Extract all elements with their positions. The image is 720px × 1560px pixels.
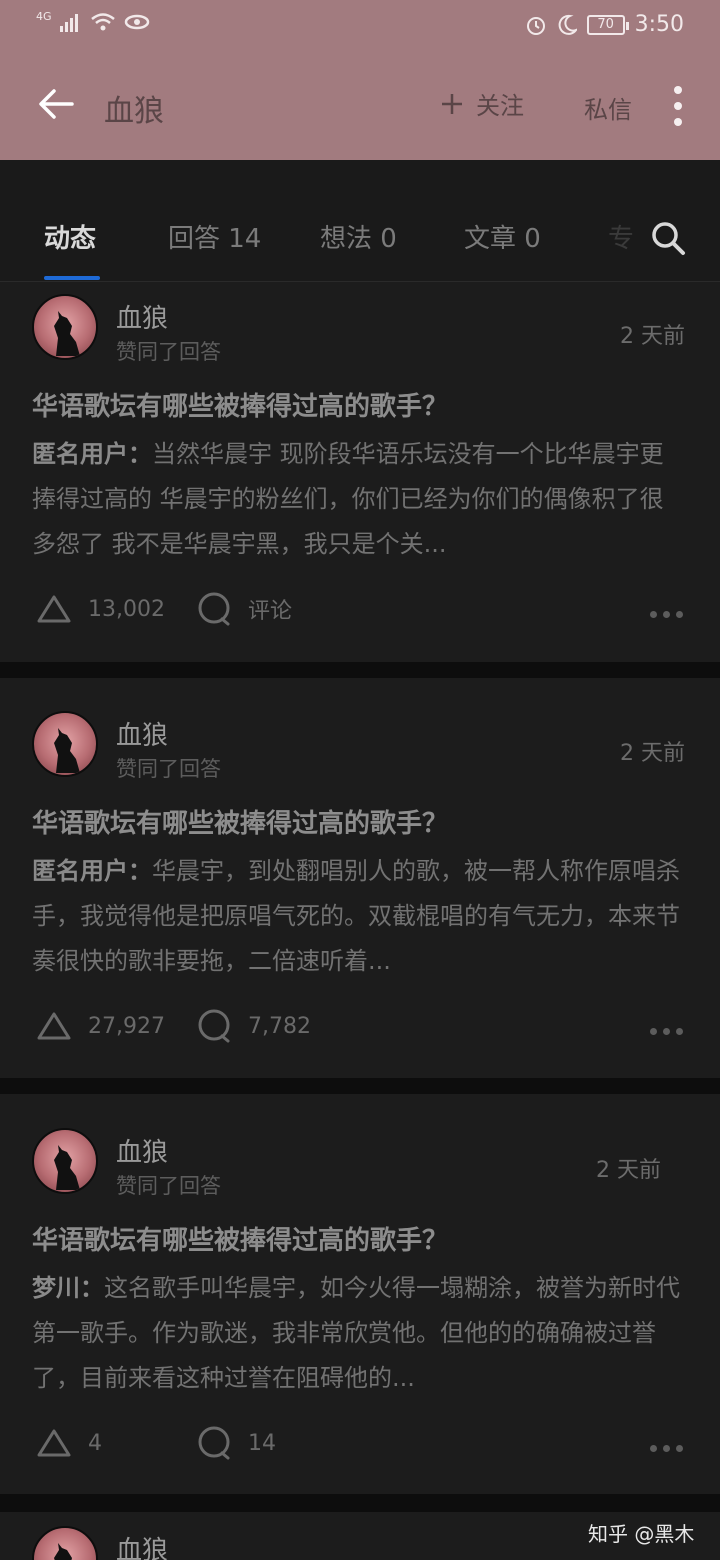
active-tab-indicator (44, 276, 100, 280)
moon-icon (558, 14, 577, 35)
watermark: 知乎 @黑木 (588, 1522, 695, 1546)
activity-action: 赞同了回答 (116, 757, 221, 781)
upvote-count: 13,002 (88, 596, 165, 622)
wifi-icon (90, 13, 115, 31)
more-dot (674, 102, 682, 110)
upvote-button[interactable]: 13,002 (36, 594, 196, 624)
wolf-avatar-icon (54, 1145, 80, 1190)
card-more-button[interactable] (650, 611, 683, 618)
comment-count: 评论 (248, 599, 293, 624)
card-stats: 13,002 评论 (36, 592, 292, 626)
more-dot (674, 86, 682, 94)
activity-time: 2 天前 (620, 324, 685, 349)
more-dot (650, 1028, 657, 1035)
author-name[interactable]: 血狼 (116, 1530, 168, 1560)
more-dot (674, 118, 682, 126)
activity-time: 2 天前 (596, 1158, 661, 1183)
answer-excerpt[interactable]: 匿名用户：当然华晨宇 现阶段华语乐坛没有一个比华晨宇更捧得过高的 华晨宇的粉丝们… (32, 432, 687, 567)
comment-icon (198, 1426, 230, 1460)
signal-icon (59, 14, 78, 32)
tab-columns[interactable]: 专 (608, 218, 634, 255)
feed-card[interactable]: 血狼 赞同了回答 2 天前 华语歌坛有哪些被捧得过高的歌手？ 梦川：这名歌手叫华… (0, 1094, 720, 1494)
question-title[interactable]: 华语歌坛有哪些被捧得过高的歌手？ (32, 803, 692, 840)
activity-time: 2 天前 (620, 741, 685, 766)
top-bar: 4G 70 3:50 血狼 关注 私信 (0, 0, 720, 160)
page-title: 血狼 (104, 94, 164, 129)
comment-button[interactable]: 7,782 (196, 1009, 311, 1043)
comment-button[interactable]: 评论 (196, 592, 292, 626)
more-dot (663, 1445, 670, 1452)
feed-card[interactable]: 血狼 赞同了回答 2 天前 华语歌坛有哪些被捧得过高的歌手？ 匿名用户：当然华晨… (0, 282, 720, 662)
card-more-button[interactable] (650, 1445, 683, 1452)
card-stats: 27,927 7,782 (36, 1009, 311, 1043)
activity-action: 赞同了回答 (116, 1174, 221, 1198)
author-name[interactable]: 血狼 (116, 1132, 168, 1169)
wolf-avatar-icon (54, 1543, 72, 1560)
answerer-name: 梦川： (32, 1274, 104, 1302)
avatar[interactable] (32, 294, 98, 360)
comment-count: 7,782 (248, 1013, 311, 1039)
question-title[interactable]: 华语歌坛有哪些被捧得过高的歌手？ (32, 1220, 692, 1257)
upvote-button[interactable]: 4 (36, 1428, 196, 1458)
upvote-button[interactable]: 27,927 (36, 1011, 196, 1041)
wolf-avatar-icon (54, 728, 80, 773)
answerer-name: 匿名用户： (32, 857, 152, 885)
tab-answers[interactable]: 回答 14 (168, 218, 261, 255)
comment-button[interactable]: 14 (196, 1426, 276, 1460)
author-name[interactable]: 血狼 (116, 298, 168, 335)
app-header: 血狼 关注 私信 (0, 62, 720, 148)
search-icon (652, 222, 685, 255)
clock: 3:50 (634, 12, 684, 37)
upvote-icon (37, 595, 71, 623)
status-left: 4G (36, 9, 150, 32)
comment-icon (198, 1009, 230, 1043)
profile-tabs: 动态 回答 14 想法 0 文章 0 专 (0, 160, 720, 282)
answerer-name: 匿名用户： (32, 440, 152, 468)
tab-thoughts[interactable]: 想法 0 (320, 218, 397, 255)
card-more-button[interactable] (650, 1028, 683, 1035)
answer-excerpt[interactable]: 梦川：这名歌手叫华晨宇，如今火得一塌糊涂，被誉为新时代第一歌手。作为歌迷，我非常… (32, 1266, 687, 1401)
status-bar: 4G 70 3:50 (0, 0, 720, 52)
wolf-avatar-icon (54, 311, 80, 356)
message-button[interactable]: 私信 (584, 90, 632, 125)
search-button[interactable] (650, 220, 690, 260)
upvote-icon (37, 1429, 71, 1457)
plus-icon (442, 93, 462, 114)
upvote-icon (37, 1012, 71, 1040)
comment-icon (198, 592, 230, 626)
excerpt-text: 这名歌手叫华晨宇，如今火得一塌糊涂，被誉为新时代第一歌手。作为歌迷，我非常欣赏他… (32, 1274, 680, 1392)
more-dot (663, 611, 670, 618)
tab-activity[interactable]: 动态 (44, 218, 96, 255)
more-dot (650, 611, 657, 618)
more-options-button[interactable] (666, 86, 690, 126)
follow-button[interactable]: 关注 (440, 86, 524, 121)
avatar[interactable] (32, 711, 98, 777)
follow-label: 关注 (476, 92, 524, 120)
eye-icon (124, 14, 149, 30)
more-dot (676, 611, 683, 618)
feed-card[interactable]: 血狼 赞同了回答 2 天前 华语歌坛有哪些被捧得过高的歌手？ 匿名用户：华晨宇，… (0, 678, 720, 1078)
battery-icon: 70 (586, 14, 629, 35)
question-title[interactable]: 华语歌坛有哪些被捧得过高的歌手？ (32, 386, 692, 423)
tab-articles[interactable]: 文章 0 (464, 218, 541, 255)
answer-excerpt[interactable]: 匿名用户：华晨宇，到处翻唱别人的歌，被一帮人称作原唱杀手，我觉得他是把原唱气死的… (32, 849, 687, 984)
more-dot (650, 1445, 657, 1452)
avatar[interactable] (32, 1128, 98, 1194)
alarm-icon (526, 16, 545, 35)
comment-count: 14 (248, 1430, 276, 1456)
back-arrow-icon (39, 89, 74, 119)
author-name[interactable]: 血狼 (116, 715, 168, 752)
network-label: 4G (36, 9, 52, 23)
activity-action: 赞同了回答 (116, 340, 221, 364)
back-button[interactable] (36, 84, 76, 124)
upvote-count: 4 (88, 1430, 102, 1456)
upvote-count: 27,927 (88, 1013, 165, 1039)
more-dot (676, 1028, 683, 1035)
more-dot (676, 1445, 683, 1452)
status-right: 70 3:50 (525, 12, 684, 37)
avatar[interactable] (32, 1526, 98, 1560)
card-stats: 4 14 (36, 1426, 276, 1460)
more-dot (663, 1028, 670, 1035)
